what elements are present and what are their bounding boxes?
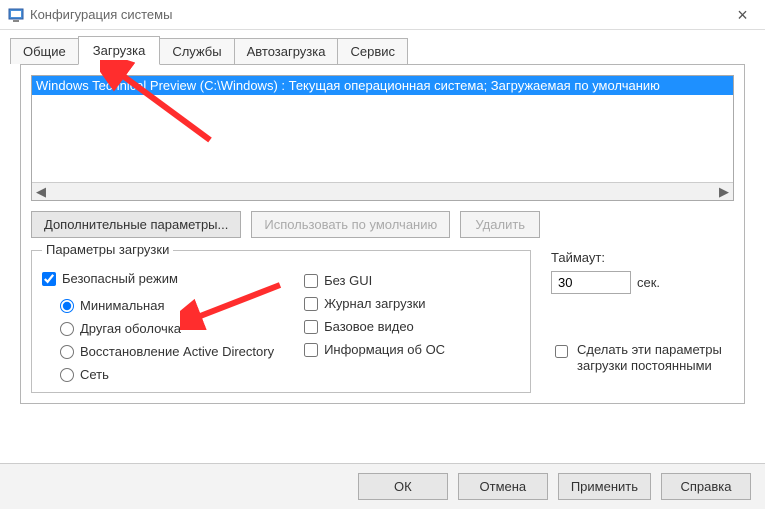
noguiboot-checkbox[interactable]: Без GUI <box>304 273 445 288</box>
titlebar: Конфигурация системы × <box>0 0 765 30</box>
safeboot-label: Безопасный режим <box>62 271 178 286</box>
basevideo-input[interactable] <box>304 320 318 334</box>
boot-options-group: Параметры загрузки Безопасный режим Мини… <box>31 250 531 393</box>
safeboot-minimal-label: Минимальная <box>80 298 165 313</box>
safeboot-minimal-input[interactable] <box>60 299 74 313</box>
basevideo-label: Базовое видео <box>324 319 414 334</box>
osinfo-checkbox[interactable]: Информация об ОС <box>304 342 445 357</box>
timeout-input[interactable] <box>551 271 631 294</box>
osinfo-input[interactable] <box>304 343 318 357</box>
timeout-unit: сек. <box>637 275 660 290</box>
tab-bar: Общие Загрузка Службы Автозагрузка Серви… <box>10 36 755 64</box>
delete-button: Удалить <box>460 211 540 238</box>
advanced-options-button[interactable]: Дополнительные параметры... <box>31 211 241 238</box>
tab-panel: Windows Technical Preview (C:\Windows) :… <box>20 64 745 404</box>
window-title: Конфигурация системы <box>30 7 172 22</box>
safeboot-checkbox[interactable]: Безопасный режим <box>42 271 274 286</box>
safeboot-network-input[interactable] <box>60 368 74 382</box>
safeboot-dsrepair-radio[interactable]: Восстановление Active Directory <box>60 344 274 359</box>
close-icon[interactable]: × <box>720 0 765 30</box>
bootlog-label: Журнал загрузки <box>324 296 425 311</box>
safeboot-dsrepair-input[interactable] <box>60 345 74 359</box>
safeboot-altshell-label: Другая оболочка <box>80 321 181 336</box>
dialog-footer: ОК Отмена Применить Справка <box>0 463 765 509</box>
safeboot-checkbox-input[interactable] <box>42 272 56 286</box>
bootlog-input[interactable] <box>304 297 318 311</box>
horizontal-scrollbar[interactable]: ◀ ▶ <box>32 182 733 200</box>
tab-tools[interactable]: Сервис <box>337 38 408 64</box>
noguiboot-label: Без GUI <box>324 273 372 288</box>
os-list-item-selected[interactable]: Windows Technical Preview (C:\Windows) :… <box>32 76 733 95</box>
apply-button[interactable]: Применить <box>558 473 651 500</box>
basevideo-checkbox[interactable]: Базовое видео <box>304 319 445 334</box>
bootlog-checkbox[interactable]: Журнал загрузки <box>304 296 445 311</box>
make-permanent-label: Сделать эти параметры загрузки постоянны… <box>577 342 734 375</box>
osinfo-label: Информация об ОС <box>324 342 445 357</box>
cancel-button[interactable]: Отмена <box>458 473 548 500</box>
help-button[interactable]: Справка <box>661 473 751 500</box>
safeboot-altshell-input[interactable] <box>60 322 74 336</box>
safeboot-network-label: Сеть <box>80 367 109 382</box>
safeboot-network-radio[interactable]: Сеть <box>60 367 274 382</box>
safeboot-altshell-radio[interactable]: Другая оболочка <box>60 321 274 336</box>
tab-startup[interactable]: Автозагрузка <box>234 38 339 64</box>
noguiboot-input[interactable] <box>304 274 318 288</box>
tab-services[interactable]: Службы <box>159 38 234 64</box>
os-list[interactable]: Windows Technical Preview (C:\Windows) :… <box>31 75 734 201</box>
make-permanent-checkbox[interactable] <box>555 345 568 358</box>
ok-button[interactable]: ОК <box>358 473 448 500</box>
safeboot-dsrepair-label: Восстановление Active Directory <box>80 344 274 359</box>
scroll-right-icon[interactable]: ▶ <box>715 183 733 201</box>
app-icon <box>8 7 24 23</box>
timeout-label: Таймаут: <box>551 250 734 265</box>
boot-options-legend: Параметры загрузки <box>42 242 173 257</box>
scroll-left-icon[interactable]: ◀ <box>32 183 50 201</box>
set-default-button: Использовать по умолчанию <box>251 211 450 238</box>
tab-boot[interactable]: Загрузка <box>78 36 161 65</box>
safeboot-minimal-radio[interactable]: Минимальная <box>60 298 274 313</box>
tab-general[interactable]: Общие <box>10 38 79 64</box>
